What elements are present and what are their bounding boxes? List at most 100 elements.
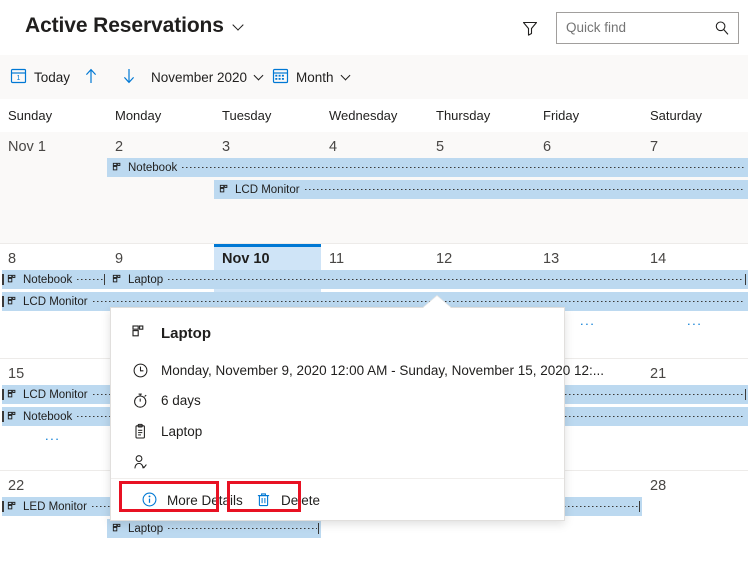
- day-number-cell[interactable]: Nov 10: [222, 251, 270, 267]
- callout-resource-text: Laptop: [161, 423, 203, 439]
- calendar-app: Active Reservations 1 Today: [0, 0, 748, 585]
- event-label: LCD Monitor: [235, 183, 300, 196]
- callout-title-row: Laptop: [131, 324, 211, 342]
- resource-icon: [7, 389, 19, 401]
- event-label: LED Monitor: [23, 500, 87, 513]
- top-command-bar: Active Reservations: [0, 0, 748, 55]
- clock-icon: [131, 361, 149, 379]
- calendar-today-icon: 1: [10, 67, 27, 87]
- callout-resource-row: Laptop: [131, 422, 202, 440]
- day-number-cell[interactable]: 8: [8, 251, 16, 267]
- resource-icon: [7, 296, 19, 308]
- next-period-button[interactable]: [116, 55, 142, 99]
- arrow-up-icon: [83, 67, 99, 88]
- more-details-button[interactable]: More Details: [133, 485, 251, 516]
- svg-text:1: 1: [17, 75, 21, 82]
- event-label: LCD Monitor: [23, 388, 88, 401]
- day-number-cell[interactable]: 7: [650, 139, 658, 155]
- today-indicator-bar: [214, 244, 321, 247]
- view-selector[interactable]: Month: [272, 55, 353, 99]
- day-number-cell[interactable]: 9: [115, 251, 123, 267]
- event-end-cap: [317, 523, 319, 534]
- period-label: November 2020: [151, 69, 248, 85]
- period-selector[interactable]: November 2020: [151, 55, 266, 99]
- arrow-down-icon: [121, 67, 137, 88]
- filter-icon[interactable]: [520, 18, 540, 38]
- more-events-indicator[interactable]: ...: [45, 429, 60, 442]
- day-number-cell[interactable]: 12: [436, 251, 452, 267]
- event-end-cap: [744, 389, 746, 400]
- day-number-cell[interactable]: 21: [650, 366, 666, 382]
- clipboard-icon: [131, 422, 149, 440]
- event-end-cap: [638, 501, 640, 512]
- event-label: Laptop: [128, 273, 164, 286]
- resource-icon: [112, 274, 124, 286]
- day-of-week-header: Sunday Monday Tuesday Wednesday Thursday Frid…: [0, 99, 748, 132]
- callout-time-row: Monday, November 9, 2020 12:00 AM - Sund…: [131, 361, 604, 379]
- event-duration-line: [182, 167, 744, 168]
- day-number-cell[interactable]: 11: [329, 251, 344, 267]
- day-number-cell[interactable]: 2: [115, 139, 123, 155]
- day-number-cell[interactable]: 14: [650, 251, 666, 267]
- day-header-tuesday: Tuesday: [222, 108, 272, 123]
- day-header-thursday: Thursday: [436, 108, 491, 123]
- person-check-icon: [131, 453, 149, 471]
- today-button[interactable]: 1 Today: [10, 55, 70, 99]
- page-title: Active Reservations: [25, 14, 224, 37]
- callout-title: Laptop: [161, 324, 211, 342]
- calendar-event[interactable]: Laptop: [107, 270, 748, 289]
- previous-period-button[interactable]: [78, 55, 104, 99]
- resource-icon: [7, 411, 19, 423]
- day-number-cell[interactable]: 28: [650, 478, 666, 494]
- callout-action-bar: More Details Delete: [111, 478, 564, 522]
- delete-label: Delete: [281, 493, 321, 508]
- event-start-cap: [2, 296, 4, 307]
- more-events-indicator[interactable]: ...: [580, 314, 595, 327]
- calendar-toolbar: 1 Today November 2020 Month: [0, 55, 748, 99]
- today-label: Today: [34, 69, 71, 85]
- event-start-cap: [2, 389, 4, 400]
- day-header-wednesday: Wednesday: [329, 108, 398, 123]
- event-label: Laptop: [128, 522, 164, 535]
- trash-icon: [255, 491, 272, 511]
- resource-icon: [219, 184, 231, 196]
- event-duration-line: [92, 301, 744, 302]
- event-label: LCD Monitor: [23, 295, 88, 308]
- view-label: Month: [296, 69, 334, 85]
- event-duration-line: [168, 528, 317, 529]
- more-details-label: More Details: [167, 493, 243, 508]
- calendar-event[interactable]: Notebook: [107, 158, 748, 177]
- chevron-down-icon: [233, 20, 245, 32]
- day-number-cell[interactable]: 3: [222, 139, 230, 155]
- resource-icon: [112, 523, 124, 535]
- page-title-dropdown[interactable]: Active Reservations: [25, 12, 245, 40]
- day-number-cell[interactable]: 4: [329, 139, 337, 155]
- search-icon[interactable]: [714, 20, 730, 36]
- event-duration-line: [77, 279, 103, 280]
- calendar-event[interactable]: LCD Monitor: [214, 180, 748, 199]
- day-header-monday: Monday: [115, 108, 162, 123]
- info-icon: [141, 491, 158, 511]
- day-number-cell[interactable]: 5: [436, 139, 444, 155]
- calendar-event[interactable]: Notebook: [2, 270, 107, 289]
- calendar-month-icon: [272, 67, 289, 87]
- event-start-cap: [2, 411, 4, 422]
- event-start-cap: [2, 501, 4, 512]
- resource-icon: [131, 324, 149, 342]
- event-end-cap: [103, 274, 105, 285]
- day-header-saturday: Saturday: [650, 108, 703, 123]
- search-input[interactable]: [566, 13, 706, 43]
- callout-duration-text: 6 days: [161, 392, 201, 408]
- delete-button[interactable]: Delete: [247, 485, 328, 516]
- day-number-cell[interactable]: 15: [8, 366, 24, 382]
- day-number-cell[interactable]: Nov 1: [8, 139, 46, 155]
- day-number-cell[interactable]: 13: [543, 251, 559, 267]
- quick-find-box[interactable]: [556, 12, 739, 44]
- day-number-cell[interactable]: 6: [543, 139, 551, 155]
- callout-duration-row: 6 days: [131, 391, 201, 409]
- reservation-details-callout: Laptop Monday, November 9, 2020 12:00 AM…: [110, 307, 604, 522]
- more-events-indicator[interactable]: ...: [687, 314, 702, 327]
- event-label: Notebook: [23, 410, 73, 423]
- resource-icon: [7, 274, 19, 286]
- day-number-cell[interactable]: 22: [8, 478, 24, 494]
